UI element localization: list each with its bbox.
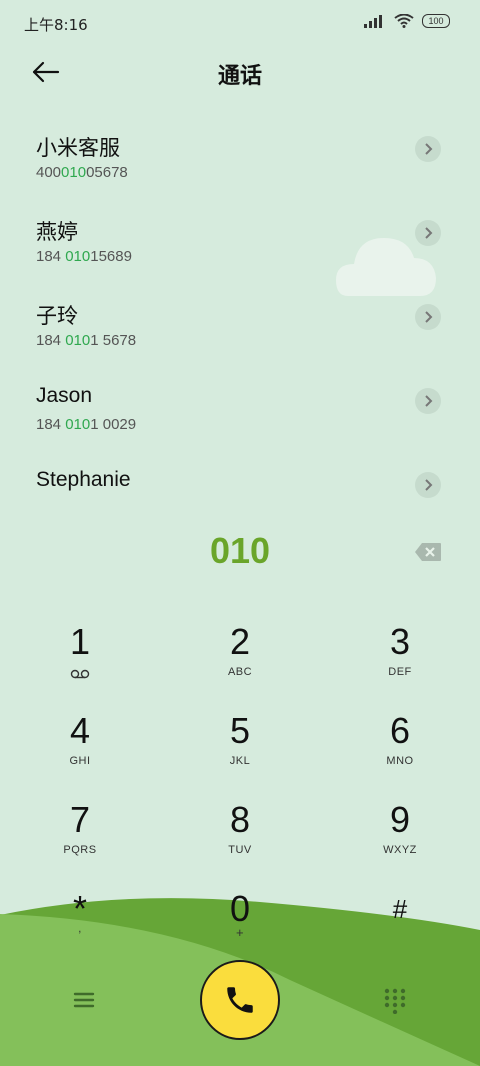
key-4[interactable]: 4 GHI (20, 709, 140, 789)
status-bar: 上午8:16 100 (0, 0, 480, 44)
key-letters: MNO (386, 755, 414, 767)
wifi-icon (394, 14, 414, 28)
key-letters: ABC (227, 666, 253, 678)
chevron-right-icon (425, 143, 433, 155)
key-8[interactable]: 8 TUV (180, 798, 300, 878)
key-digit: 2 (229, 621, 251, 662)
key-letters: TUV (228, 844, 252, 856)
key-letters: WXYZ (383, 844, 417, 856)
contact-detail-button[interactable] (415, 136, 441, 162)
key-6[interactable]: 6 MNO (340, 709, 460, 789)
key-1[interactable]: 1 (20, 620, 140, 700)
dial-display: 010 (0, 530, 480, 578)
key-2[interactable]: 2 ABC (180, 620, 300, 700)
menu-button[interactable] (72, 990, 98, 1012)
key-0[interactable]: 0 + (180, 887, 300, 967)
key-7[interactable]: 7 PQRS (20, 798, 140, 878)
contact-name: Stephanie (36, 468, 131, 491)
key-digit: 1 (69, 621, 91, 662)
key-9[interactable]: 9 WXYZ (340, 798, 460, 878)
contact-detail-button[interactable] (415, 304, 441, 330)
status-icons: 100 (364, 14, 450, 28)
list-item[interactable]: 小米客服 40001005678 (0, 120, 480, 196)
contact-detail-button[interactable] (415, 472, 441, 498)
key-hash[interactable]: # (340, 887, 460, 967)
contact-number: 184 01015689 (36, 248, 132, 265)
chevron-right-icon (425, 395, 433, 407)
key-letters: , (78, 923, 82, 935)
page-title: 通话 (217, 64, 262, 89)
contact-number: 40001005678 (36, 164, 128, 181)
status-time: 上午8:16 (24, 16, 88, 34)
key-5[interactable]: 5 JKL (180, 709, 300, 789)
backspace-icon (415, 543, 441, 561)
key-digit: 8 (229, 799, 251, 840)
key-digit: # (392, 894, 408, 924)
signal-icon (364, 15, 382, 28)
dialed-number: 010 (209, 530, 271, 571)
key-letters: JKL (229, 755, 251, 767)
list-item[interactable]: 子玲 184 0101 5678 (0, 288, 480, 364)
list-item[interactable]: Jason 184 0101 0029 (0, 372, 480, 448)
chevron-right-icon (425, 227, 433, 239)
key-3[interactable]: 3 DEF (340, 620, 460, 700)
contact-name: Jason (36, 384, 93, 407)
key-letters: GHI (69, 755, 91, 767)
key-star[interactable]: * , (20, 887, 140, 967)
contact-detail-button[interactable] (415, 388, 441, 414)
call-button[interactable] (200, 960, 280, 1040)
dialpad-icon (384, 988, 406, 1015)
key-letters: PQRS (63, 844, 97, 856)
key-digit: 6 (389, 710, 411, 751)
key-letters: + (235, 925, 245, 940)
key-digit: 9 (389, 799, 411, 840)
contact-number: 184 0101 0029 (36, 416, 137, 433)
key-digit: 5 (229, 710, 251, 751)
contact-detail-button[interactable] (415, 220, 441, 246)
list-item[interactable]: Stephanie (0, 456, 480, 532)
key-digit: 7 (69, 799, 91, 840)
bottom-bar (0, 960, 480, 1050)
key-letters: DEF (388, 666, 412, 678)
battery-icon: 100 (422, 14, 450, 28)
top-bar: 通话 (0, 48, 480, 96)
contact-name: 燕婷 (36, 221, 78, 244)
menu-icon (73, 992, 95, 1008)
key-digit: 4 (69, 710, 91, 751)
backspace-button[interactable] (414, 542, 442, 562)
chevron-right-icon (425, 311, 433, 323)
dialpad-button[interactable] (384, 988, 406, 1015)
contact-name: 子玲 (36, 305, 78, 328)
voicemail-icon (70, 669, 90, 679)
list-item[interactable]: 燕婷 184 01015689 (0, 204, 480, 280)
contact-number: 184 0101 5678 (36, 332, 137, 349)
contact-name: 小米客服 (36, 137, 120, 160)
phone-icon (227, 987, 253, 1013)
key-digit: 3 (389, 621, 411, 662)
chevron-right-icon (425, 479, 433, 491)
